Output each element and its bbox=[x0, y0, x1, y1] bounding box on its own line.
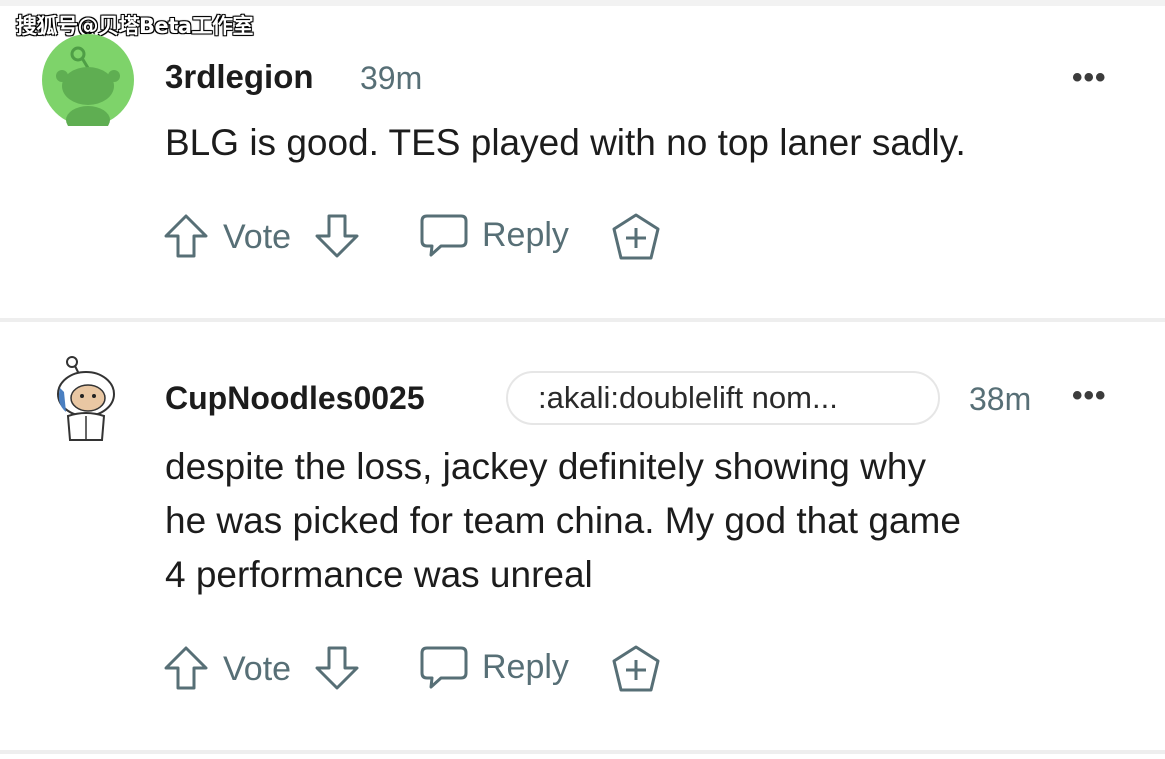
speech-bubble-icon bbox=[420, 214, 468, 257]
user-flair: :akali:doublelift nom... bbox=[506, 371, 940, 425]
speech-bubble-icon bbox=[420, 646, 468, 689]
more-options-button[interactable]: ••• bbox=[1072, 381, 1107, 411]
reply-label: Reply bbox=[482, 648, 569, 686]
award-button[interactable] bbox=[610, 644, 662, 696]
username[interactable]: CupNoodles0025 bbox=[165, 380, 425, 417]
snoo-avatar-icon bbox=[42, 34, 134, 134]
more-options-button[interactable]: ••• bbox=[1072, 63, 1107, 93]
vote-label: Vote bbox=[223, 218, 292, 256]
avatar[interactable] bbox=[42, 34, 134, 134]
reply-button[interactable] bbox=[419, 212, 469, 260]
award-plus-icon bbox=[612, 213, 660, 260]
downvote-button[interactable] bbox=[313, 212, 361, 260]
upvote-button[interactable] bbox=[162, 644, 210, 692]
downvote-arrow-icon bbox=[315, 646, 359, 690]
avatar[interactable] bbox=[50, 352, 122, 444]
upvote-arrow-icon bbox=[164, 214, 208, 258]
award-plus-icon bbox=[612, 645, 660, 692]
comment-body: BLG is good. TES played with no top lane… bbox=[165, 122, 966, 163]
timestamp: 38m bbox=[969, 381, 1032, 417]
comment-body-line-3: 4 performance was unreal bbox=[165, 554, 593, 595]
comment-divider bbox=[0, 318, 1165, 322]
award-button[interactable] bbox=[610, 212, 662, 264]
reply-button[interactable] bbox=[419, 644, 469, 692]
upvote-arrow-icon bbox=[164, 646, 208, 690]
snoo-avatar-icon bbox=[57, 356, 115, 441]
reply-label: Reply bbox=[482, 216, 569, 254]
username[interactable]: 3rdlegion bbox=[165, 58, 314, 96]
comment-body-line-2: he was picked for team china. My god tha… bbox=[165, 500, 961, 541]
comment-body-line-1: despite the loss, jackey definitely show… bbox=[165, 446, 926, 487]
timestamp: 39m bbox=[360, 60, 423, 96]
comment-divider bbox=[0, 750, 1165, 754]
upvote-button[interactable] bbox=[162, 212, 210, 260]
vote-label: Vote bbox=[223, 650, 292, 688]
downvote-arrow-icon bbox=[315, 214, 359, 258]
downvote-button[interactable] bbox=[313, 644, 361, 692]
